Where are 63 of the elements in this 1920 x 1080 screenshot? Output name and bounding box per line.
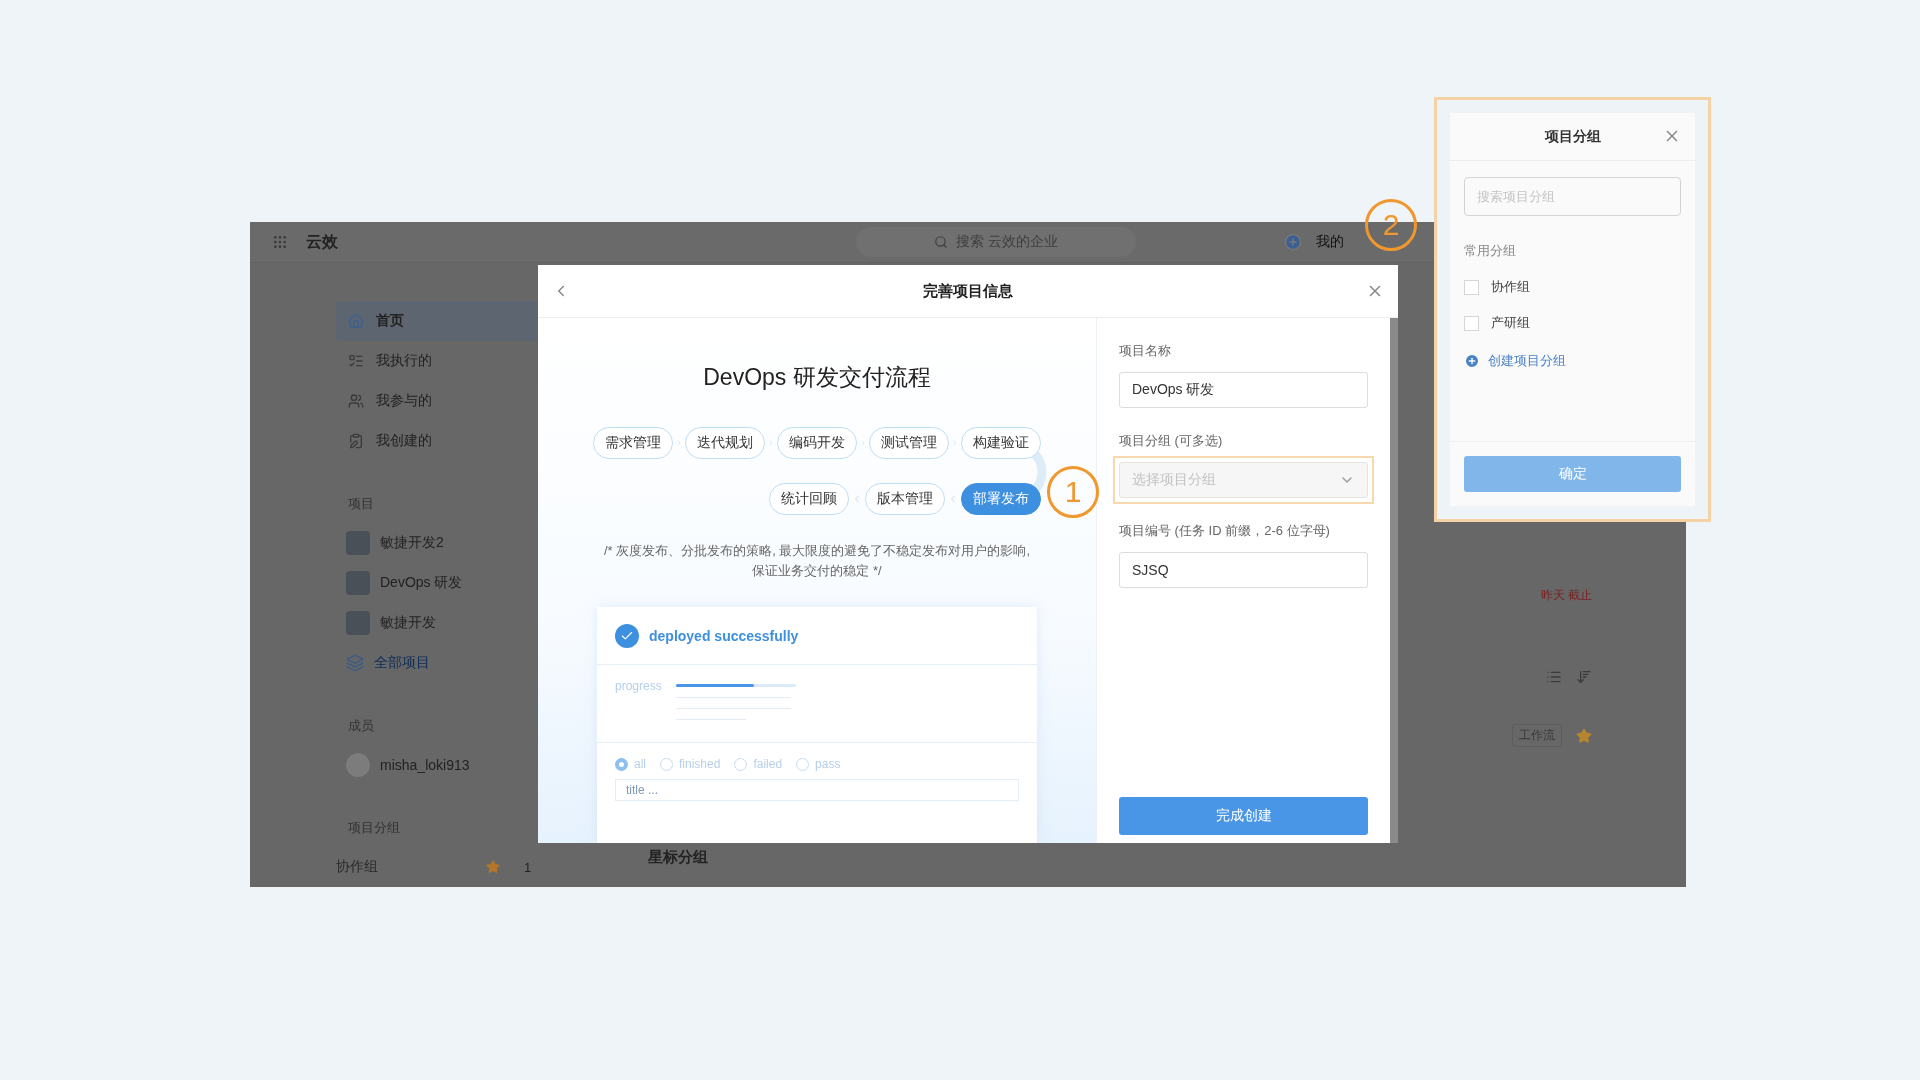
create-button[interactable]: 完成创建 xyxy=(1119,797,1368,835)
dialog-title: 完善项目信息 xyxy=(923,281,1013,301)
layers-icon xyxy=(346,654,364,672)
step-pill[interactable]: 编码开发 xyxy=(777,427,857,459)
plus-icon xyxy=(1464,353,1480,369)
field-label: 项目编号 (任务 ID 前缀，2-6 位字母) xyxy=(1119,522,1331,540)
all-projects-link[interactable]: 全部项目 xyxy=(374,654,430,672)
project-item[interactable]: 敏捷开发 xyxy=(336,603,550,643)
flow-title: DevOps 研发交付流程 xyxy=(703,363,931,392)
group-name[interactable]: 协作组 xyxy=(336,858,476,876)
star-icon[interactable] xyxy=(1576,727,1592,744)
step-pill[interactable]: 迭代规划 xyxy=(685,427,765,459)
user-menu[interactable]: 我的 xyxy=(1316,233,1344,251)
annotation-marker: 1 xyxy=(1047,466,1099,518)
field-label: 项目分组 (可多选) xyxy=(1119,432,1224,450)
project-thumbnail xyxy=(346,531,370,555)
input-field[interactable]: SJSQ xyxy=(1119,552,1368,588)
checklist-icon xyxy=(348,353,364,369)
title-field[interactable]: title ... xyxy=(615,779,1019,801)
project-item[interactable]: DevOps 研发 xyxy=(336,563,550,603)
project-item[interactable]: 敏捷开发2 xyxy=(336,523,550,563)
nav-item[interactable]: 我执行的 xyxy=(336,341,550,381)
project-thumbnail xyxy=(346,611,370,635)
field-label: 项目名称 xyxy=(1119,342,1172,360)
sort-icon[interactable] xyxy=(1576,669,1592,685)
group-option[interactable]: 产研组 xyxy=(1464,314,1681,332)
home-icon xyxy=(348,313,364,329)
add-icon[interactable] xyxy=(1284,233,1302,251)
progress-label: progress xyxy=(615,679,662,695)
create-group-link[interactable]: 创建项目分组 xyxy=(1464,352,1681,370)
checkbox[interactable] xyxy=(1464,279,1479,295)
group-count: 1 xyxy=(524,859,533,875)
filter-radio[interactable]: failed xyxy=(734,757,783,771)
step-pill[interactable]: 构建验证 xyxy=(961,427,1041,459)
grid-menu-icon[interactable] xyxy=(272,234,288,250)
clipboard-icon xyxy=(348,433,364,449)
popup-title: 项目分组 xyxy=(1544,127,1601,146)
step-pill[interactable]: 版本管理 xyxy=(865,483,945,515)
status-text: deployed successfully xyxy=(649,627,799,644)
list-view-icon[interactable] xyxy=(1546,669,1562,685)
input-field[interactable]: DevOps 研发 xyxy=(1119,372,1368,408)
section-heading: 常用分组 xyxy=(1464,242,1517,260)
member-item[interactable]: misha_loki913 xyxy=(336,745,550,785)
checkbox[interactable] xyxy=(1464,315,1479,331)
filter-radio[interactable]: finished xyxy=(660,757,721,771)
users-icon xyxy=(348,393,364,409)
star-icon[interactable] xyxy=(486,860,500,874)
step-pill[interactable]: 部署发布 xyxy=(961,483,1041,515)
project-thumbnail xyxy=(346,571,370,595)
section-heading: 星标分组 xyxy=(648,848,708,867)
search-icon xyxy=(934,235,949,249)
filter-radio[interactable]: all xyxy=(615,757,646,771)
nav-item[interactable]: 我创建的 xyxy=(336,421,550,461)
step-pill[interactable]: 测试管理 xyxy=(869,427,949,459)
filter-radio[interactable]: pass xyxy=(796,757,841,771)
description: /* 灰度发布、分批发布的策略, 最大限度的避免了不稳定发布对用户的影响, 保证业务交付的稳定 */ xyxy=(602,542,1032,580)
app-name: 云效 xyxy=(306,231,338,252)
check-icon xyxy=(615,623,639,648)
nav-item[interactable]: 我参与的 xyxy=(336,381,550,421)
due-date: 昨天 截止 xyxy=(1540,587,1592,604)
step-pill[interactable]: 统计回顾 xyxy=(769,483,849,515)
group-option[interactable]: 协作组 xyxy=(1464,278,1681,296)
step-pill[interactable]: 需求管理 xyxy=(593,427,673,459)
